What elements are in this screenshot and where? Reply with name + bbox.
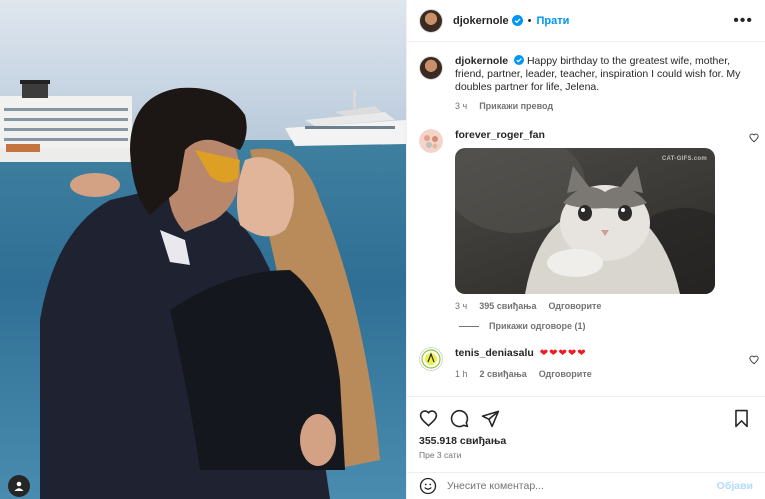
user-tag-icon	[14, 481, 24, 491]
separator-dot: •	[527, 14, 532, 27]
avatar[interactable]	[419, 129, 443, 153]
cat-image	[455, 148, 715, 294]
verified-icon	[514, 55, 525, 65]
comment-like-icon[interactable]	[749, 355, 759, 365]
translate-link[interactable]: Прикажи превод	[479, 100, 553, 113]
comment-username[interactable]: tenis_deniasalu	[455, 347, 534, 359]
caption-meta: 3 ч Прикажи превод	[455, 100, 753, 113]
more-icon[interactable]: •••	[733, 12, 753, 28]
comment-username[interactable]: forever_roger_fan	[455, 129, 545, 141]
divider-line	[459, 325, 479, 327]
avatar[interactable]	[419, 347, 443, 371]
comment-input[interactable]	[447, 480, 717, 492]
post-photo[interactable]	[0, 0, 406, 499]
comment-icon[interactable]	[450, 409, 469, 428]
reply-button[interactable]: Одговорите	[548, 300, 601, 313]
comments-list[interactable]: djokernole Happy birthday to the greates…	[407, 43, 765, 396]
like-icon[interactable]	[419, 409, 438, 428]
likes-count[interactable]: 355.918 свиђања	[419, 435, 753, 447]
comment-time[interactable]: 1 h	[455, 368, 468, 381]
post-modal: djokernole • Прати ••• djokernole Happy …	[0, 0, 765, 499]
gif-watermark: CAT-GIFS.com	[661, 156, 707, 162]
action-icons	[419, 403, 753, 433]
add-comment-bar: Објави	[407, 472, 765, 499]
view-replies-button[interactable]: Прикажи одговоре (1)	[407, 321, 765, 331]
emoji-icon[interactable]	[419, 477, 437, 495]
post-header: djokernole • Прати •••	[407, 0, 765, 42]
save-icon[interactable]	[732, 409, 751, 428]
user-tag-button[interactable]	[8, 475, 30, 497]
caption: djokernole Happy birthday to the greates…	[407, 43, 765, 113]
comment-item: tenis_deniasalu ❤❤❤❤❤ 1 h 2 свиђања Одго…	[407, 347, 765, 381]
caption-body: djokernole Happy birthday to the greates…	[455, 55, 753, 113]
caption-time[interactable]: 3 ч	[455, 100, 467, 113]
comment-body: forever_roger_fan CAT-GIFS.com 3 ч 395 с…	[455, 129, 715, 313]
comment-likes[interactable]: 2 свиђања	[480, 368, 527, 381]
verified-icon	[511, 15, 523, 26]
post-sidebar: djokernole • Прати ••• djokernole Happy …	[406, 0, 765, 499]
view-replies-label: Прикажи одговоре (1)	[489, 321, 586, 331]
caption-username[interactable]: djokernole	[455, 55, 508, 67]
comment-time[interactable]: 3 ч	[455, 300, 467, 313]
avatar[interactable]	[419, 8, 443, 33]
comment-body: tenis_deniasalu ❤❤❤❤❤ 1 h 2 свиђања Одго…	[455, 347, 592, 381]
follow-button[interactable]: Прати	[536, 15, 569, 27]
cat-gif[interactable]: CAT-GIFS.com	[455, 148, 715, 294]
avatar[interactable]	[419, 56, 443, 80]
comment-likes[interactable]: 395 свиђања	[479, 300, 536, 313]
comment-item: forever_roger_fan CAT-GIFS.com 3 ч 395 с…	[407, 129, 765, 313]
post-actions: 355.918 свиђања Пре 3 сати	[407, 396, 765, 466]
post-username[interactable]: djokernole	[453, 15, 509, 27]
comment-meta: 1 h 2 свиђања Одговорите	[455, 368, 592, 381]
couple-kissing	[40, 87, 380, 499]
reply-button[interactable]: Одговорите	[539, 368, 592, 381]
comment-text: ❤❤❤❤❤	[539, 348, 587, 359]
post-comment-button[interactable]: Објави	[717, 480, 753, 492]
comment-meta: 3 ч 395 свиђања Одговорите	[455, 300, 715, 313]
comment-like-icon[interactable]	[749, 133, 759, 143]
share-icon[interactable]	[481, 409, 500, 428]
post-time: Пре 3 сати	[419, 450, 462, 460]
